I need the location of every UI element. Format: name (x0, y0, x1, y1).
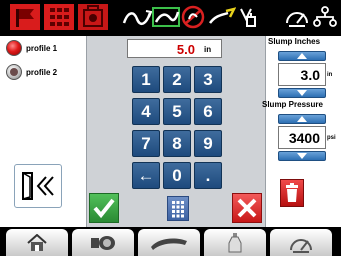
entry-unit: in (204, 45, 212, 54)
arrow-down-icon (297, 153, 307, 159)
slump-inches-up-button[interactable] (278, 51, 326, 61)
no-water-icon[interactable] (180, 3, 206, 31)
profile-label: profile 2 (26, 67, 58, 77)
profile-item-1[interactable]: profile 1 (6, 38, 57, 58)
profile-item-2[interactable]: profile 2 (6, 62, 57, 82)
mixer-icon[interactable] (78, 3, 108, 31)
key-3[interactable]: 3 (194, 66, 222, 93)
slump-inches-unit: in (327, 72, 333, 78)
cancel-button[interactable] (232, 193, 262, 223)
exit-door-icon (22, 172, 54, 200)
fluid-flow-icon[interactable] (208, 3, 236, 31)
key-6[interactable]: 6 (194, 98, 222, 125)
bottle-tab[interactable] (204, 229, 266, 256)
keypad-panel: 5.0 in 1 2 3 4 5 6 7 8 9 ← 0 . (86, 36, 266, 227)
key-decimal[interactable]: . (194, 162, 222, 189)
trash-icon (286, 183, 298, 202)
slump-inches-down-button[interactable] (278, 88, 326, 98)
network-icon[interactable] (312, 3, 338, 31)
key-8[interactable]: 8 (163, 130, 191, 157)
grid-icon[interactable] (44, 3, 74, 31)
slump-pressure-down-button[interactable] (278, 151, 326, 161)
gauge-tab[interactable] (270, 229, 332, 256)
arrow-up-icon (297, 53, 307, 59)
key-0[interactable]: 0 (163, 162, 191, 189)
slump-pressure-up-button[interactable] (278, 114, 326, 124)
key-backspace[interactable]: ← (132, 162, 160, 189)
drum-icon (91, 235, 115, 250)
checkmark-icon (93, 198, 115, 219)
key-5[interactable]: 5 (163, 98, 191, 125)
slump-inches-field[interactable]: 3.0 (278, 63, 326, 86)
bottle-icon (228, 232, 242, 252)
valve-icon[interactable] (238, 3, 260, 31)
close-icon (237, 198, 257, 218)
arrow-down-icon (297, 90, 307, 96)
key-4[interactable]: 4 (132, 98, 160, 125)
home-icon (27, 233, 47, 251)
bottom-nav (0, 227, 341, 256)
ribbon-tab[interactable] (138, 229, 200, 256)
water-flow-icon[interactable] (152, 3, 180, 31)
key-1[interactable]: 1 (132, 66, 160, 93)
ribbon-icon (151, 238, 187, 250)
arrow-up-icon (297, 116, 307, 122)
key-7[interactable]: 7 (132, 130, 160, 157)
key-9[interactable]: 9 (194, 130, 222, 157)
exit-button[interactable] (14, 164, 62, 208)
entry-display[interactable]: 5.0 in (127, 39, 222, 58)
keypad-grid-icon (172, 200, 184, 217)
slump-inches-value: 3.0 (300, 67, 320, 83)
radio-selected-icon[interactable] (6, 40, 22, 56)
main-area: profile 1 profile 2 5.0 in 1 2 3 4 5 6 7… (0, 36, 341, 227)
home-tab[interactable] (6, 229, 68, 256)
drum-rotation-icon[interactable] (122, 3, 152, 31)
slump-inches-label: Slump Inches (268, 37, 321, 46)
slump-pressure-field[interactable]: 3400 (278, 126, 326, 149)
radio-unselected-icon[interactable] (6, 64, 22, 80)
key-2[interactable]: 2 (163, 66, 191, 93)
slump-meter-icon[interactable] (284, 3, 310, 31)
top-status-bar (0, 0, 341, 36)
slump-pressure-label: Slump Pressure (262, 100, 323, 109)
confirm-button[interactable] (89, 193, 119, 223)
entry-value: 5.0 (176, 42, 195, 57)
keypad-toggle-button[interactable] (167, 196, 189, 221)
flag-icon[interactable] (10, 3, 40, 31)
delete-button[interactable] (280, 179, 304, 207)
slump-pressure-unit: psi (327, 135, 336, 141)
slump-pressure-value: 3400 (288, 130, 320, 146)
drum-tab[interactable] (72, 229, 134, 256)
gauge-icon (290, 238, 312, 253)
profile-label: profile 1 (26, 43, 58, 53)
